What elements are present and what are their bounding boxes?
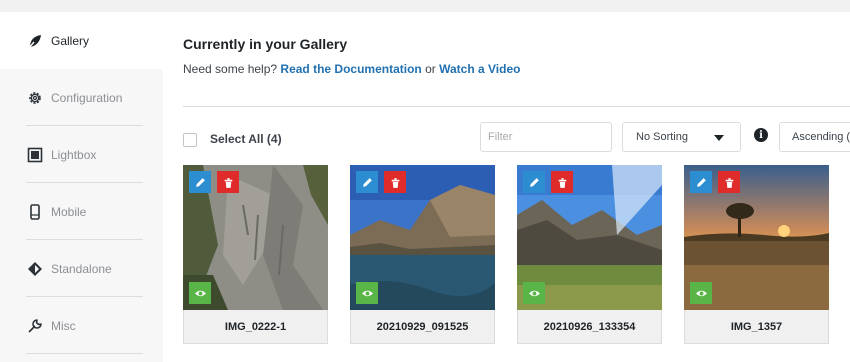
trash-icon (558, 177, 566, 188)
page-title: Currently in your Gallery (183, 36, 348, 52)
gallery-item[interactable]: 20210929_091525 (350, 165, 495, 357)
delete-button[interactable] (217, 171, 239, 193)
mobile-icon (26, 203, 44, 221)
select-all-label[interactable]: Select All (4) (210, 132, 282, 146)
sidebar-item-configuration[interactable]: Configuration (0, 69, 163, 126)
sidebar-item-label: Gallery (51, 33, 90, 48)
sidebar-item-standalone[interactable]: Standalone (0, 240, 163, 297)
help-text: Need some help? Read the Documentation o… (183, 62, 520, 76)
eye-icon (361, 290, 373, 296)
trash-icon (391, 177, 399, 188)
eye-icon (695, 290, 707, 296)
delete-button[interactable] (551, 171, 573, 193)
trash-icon (725, 177, 733, 188)
watch-video-link[interactable]: Watch a Video (439, 62, 520, 76)
sidebar-item-label: Standalone (51, 261, 112, 276)
documentation-link[interactable]: Read the Documentation (280, 62, 421, 76)
lightbox-icon (26, 146, 44, 164)
standalone-icon (26, 260, 44, 278)
sidebar: Gallery Configuration Lightbox Mobile St… (0, 12, 163, 362)
view-button[interactable] (189, 282, 211, 304)
sort-order-value: Ascending ( (792, 131, 850, 143)
chevron-down-icon (714, 135, 724, 141)
view-button[interactable] (523, 282, 545, 304)
info-icon[interactable]: i (754, 128, 768, 142)
sidebar-item-label: Misc (51, 318, 76, 333)
select-all-checkbox[interactable] (183, 133, 197, 147)
gallery-caption: IMG_1357 (684, 310, 829, 344)
eye-icon (194, 290, 206, 296)
wrench-icon (26, 317, 44, 335)
pencil-icon (696, 177, 706, 187)
divider (183, 106, 850, 107)
sorting-select[interactable]: No Sorting (622, 122, 741, 152)
sidebar-item-mobile[interactable]: Mobile (0, 183, 163, 240)
view-button[interactable] (356, 282, 378, 304)
main-panel: Currently in your Gallery Need some help… (163, 12, 850, 362)
trash-icon (224, 177, 232, 188)
gear-icon (26, 89, 44, 107)
sort-order-select[interactable]: Ascending ( (779, 122, 850, 152)
pencil-icon (362, 177, 372, 187)
pencil-icon (529, 177, 539, 187)
edit-button[interactable] (356, 171, 378, 193)
gallery-caption: IMG_0222-1 (183, 310, 328, 344)
delete-button[interactable] (384, 171, 406, 193)
sidebar-item-label: Configuration (51, 90, 123, 105)
sidebar-item-lightbox[interactable]: Lightbox (0, 126, 163, 183)
eye-icon (528, 290, 540, 296)
divider (26, 353, 143, 354)
filter-input[interactable] (480, 122, 612, 152)
gallery-item[interactable]: 20210926_133354 (517, 165, 662, 357)
gallery-item[interactable]: IMG_0222-1 (183, 165, 328, 357)
gallery-caption: 20210929_091525 (350, 310, 495, 344)
edit-button[interactable] (523, 171, 545, 193)
gallery-item[interactable]: IMG_1357 (684, 165, 829, 357)
sidebar-item-label: Mobile (51, 204, 87, 219)
sidebar-item-misc[interactable]: Misc (0, 297, 163, 354)
sorting-value: No Sorting (636, 131, 688, 143)
delete-button[interactable] (718, 171, 740, 193)
leaf-icon (26, 32, 44, 50)
sidebar-item-gallery[interactable]: Gallery (0, 12, 163, 69)
edit-button[interactable] (690, 171, 712, 193)
edit-button[interactable] (189, 171, 211, 193)
sidebar-item-label: Lightbox (51, 147, 97, 162)
help-prefix: Need some help? (183, 62, 278, 76)
pencil-icon (195, 177, 205, 187)
gallery-caption: 20210926_133354 (517, 310, 662, 344)
view-button[interactable] (690, 282, 712, 304)
help-or: or (425, 62, 436, 76)
